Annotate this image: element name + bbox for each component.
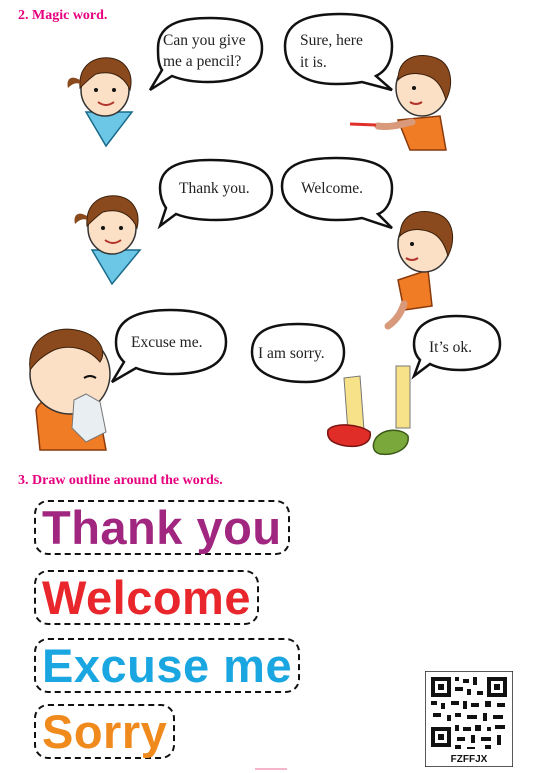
outline-word-sorry: Sorry [34, 704, 176, 759]
bubble-2-line-1: Sure, here [300, 32, 363, 49]
speech-bubble-7: It’s ok. [411, 314, 502, 380]
qr-code-image: FZFFJX [424, 670, 514, 768]
girl-character-1 [67, 57, 134, 148]
bubble-3-text: Thank you. [179, 180, 250, 197]
speech-bubble-6: I am sorry. [250, 322, 346, 384]
bubble-1-line-2: me a pencil? [163, 53, 241, 70]
legs-and-shoes [326, 365, 411, 456]
bubble-1-line-1: Can you give [163, 32, 246, 49]
qr-code-label: FZFFJX [451, 754, 488, 765]
sneezing-boy-character [29, 328, 111, 451]
outline-word-thank-you: Thank you [34, 500, 290, 555]
bubble-7-text: It’s ok. [429, 339, 472, 356]
boy-character-2 [384, 211, 454, 330]
word-excuse-me-text: Excuse me [34, 638, 301, 693]
section-heading-draw-outline: 3. Draw outline around the words. [18, 473, 223, 488]
qr-code[interactable]: FZFFJX [424, 670, 514, 768]
word-sorry-text: Sorry [34, 704, 176, 759]
speech-bubble-1: Can you give me a pencil? [148, 16, 264, 92]
girl-character-2 [74, 195, 142, 286]
bubble-5-text: Excuse me. [131, 334, 202, 351]
outline-word-welcome: Welcome [34, 570, 259, 625]
bubble-2-line-2: it is. [300, 54, 327, 71]
bubble-6-text: I am sorry. [258, 345, 325, 362]
word-thank-you-text: Thank you [34, 500, 290, 555]
footer-decoration [255, 768, 287, 770]
outline-word-excuse-me: Excuse me [34, 638, 301, 693]
bubble-4-text: Welcome. [301, 180, 363, 197]
speech-bubble-4: Welcome. [280, 156, 394, 230]
speech-bubble-3: Thank you. [157, 158, 274, 230]
speech-bubble-2: Sure, here it is. [283, 12, 394, 92]
speech-bubble-5: Excuse me. [110, 308, 228, 384]
illustration-scene: Can you give me a pencil? Sure, here it … [29, 12, 502, 456]
word-welcome-text: Welcome [34, 570, 259, 625]
